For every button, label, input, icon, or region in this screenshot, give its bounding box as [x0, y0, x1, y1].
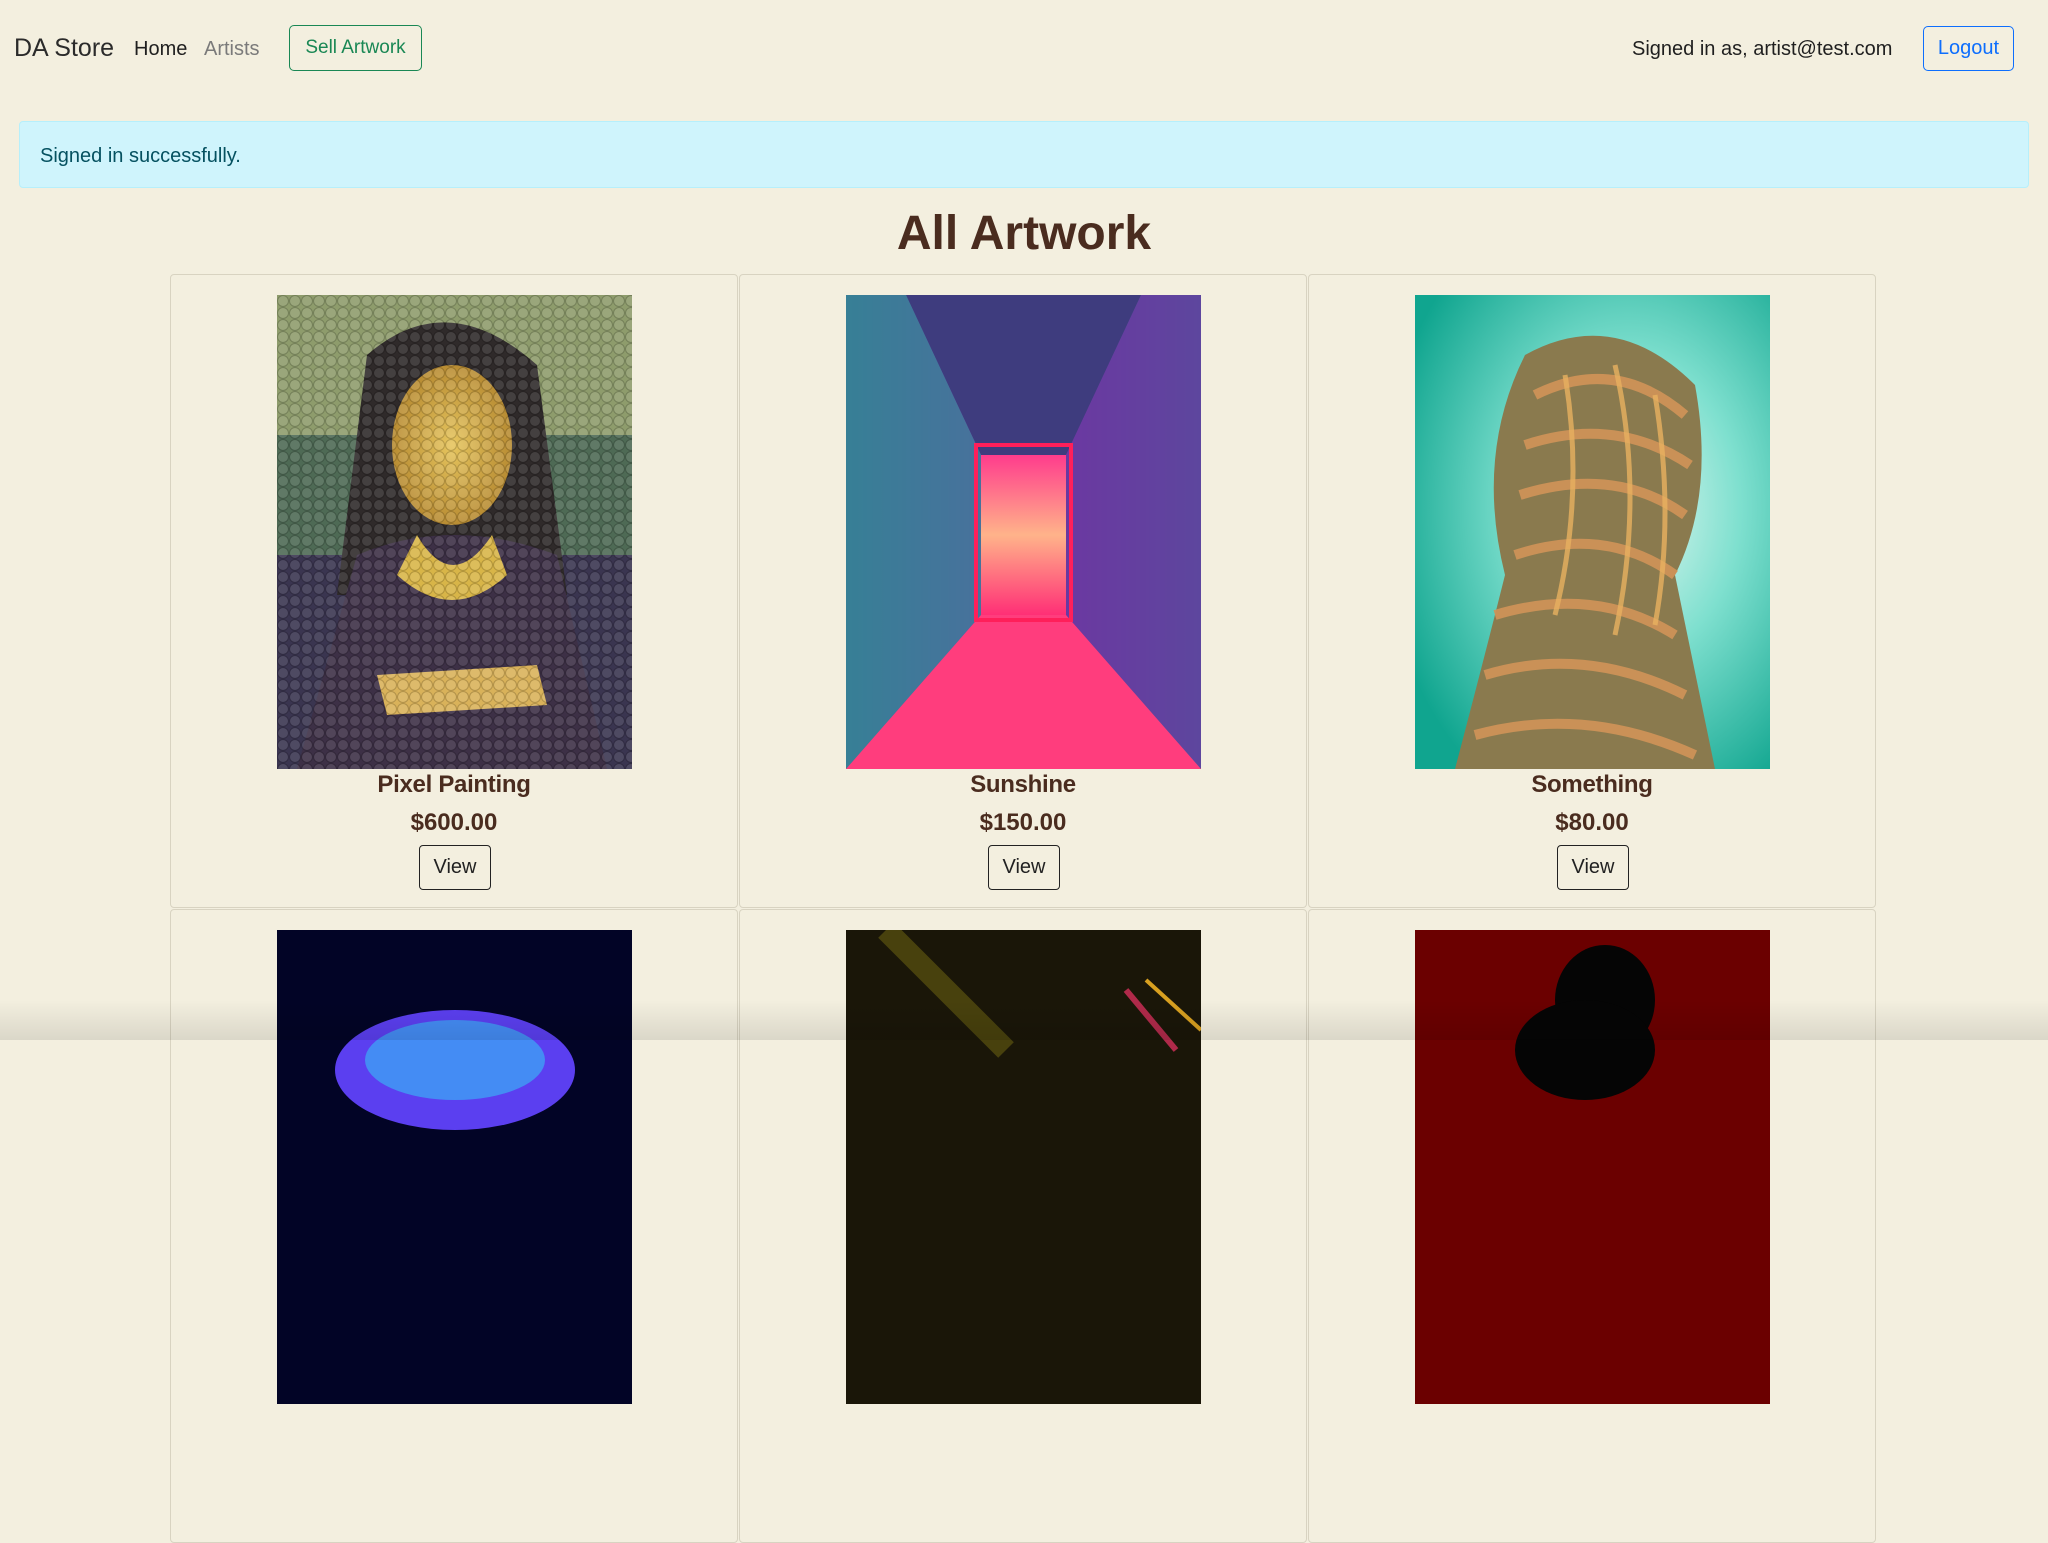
artwork-image[interactable]	[1415, 930, 1770, 1404]
artwork-image[interactable]	[277, 295, 632, 769]
artwork-image[interactable]	[1415, 295, 1770, 769]
artwork-card: Something $80.00 View	[1308, 274, 1876, 908]
artwork-price: $150.00	[979, 809, 1067, 836]
artwork-image[interactable]	[846, 930, 1201, 1404]
navbar: DA Store Home Artists Sell Artwork Signe…	[0, 0, 2048, 98]
artwork-image[interactable]	[277, 930, 632, 1404]
view-button[interactable]: View	[1557, 845, 1629, 890]
artwork-price: $600.00	[410, 809, 498, 836]
brand-link[interactable]: DA Store	[14, 34, 114, 63]
artwork-card	[1308, 909, 1876, 1543]
artwork-image[interactable]	[846, 295, 1201, 769]
view-button[interactable]: View	[988, 845, 1060, 890]
view-button[interactable]: View	[419, 845, 491, 890]
sell-artwork-button[interactable]: Sell Artwork	[289, 25, 422, 71]
artwork-title: Something	[1531, 771, 1653, 798]
nav-home[interactable]: Home	[134, 38, 187, 61]
artwork-price: $80.00	[1555, 809, 1629, 836]
page-title: All Artwork	[896, 207, 1152, 260]
artwork-card: Pixel Painting $600.00 View	[170, 274, 738, 908]
artwork-card	[170, 909, 738, 1543]
logout-button[interactable]: Logout	[1923, 26, 2014, 71]
artwork-title: Pixel Painting	[377, 771, 531, 798]
artwork-card	[739, 909, 1307, 1543]
signed-in-text: Signed in as, artist@test.com	[1632, 38, 1893, 60]
alert-message: Signed in successfully.	[40, 145, 241, 167]
artwork-title: Sunshine	[970, 771, 1076, 798]
nav-artists[interactable]: Artists	[204, 38, 260, 61]
alert-banner: Signed in successfully.	[19, 121, 2029, 188]
artwork-card: Sunshine $150.00 View	[739, 274, 1307, 908]
